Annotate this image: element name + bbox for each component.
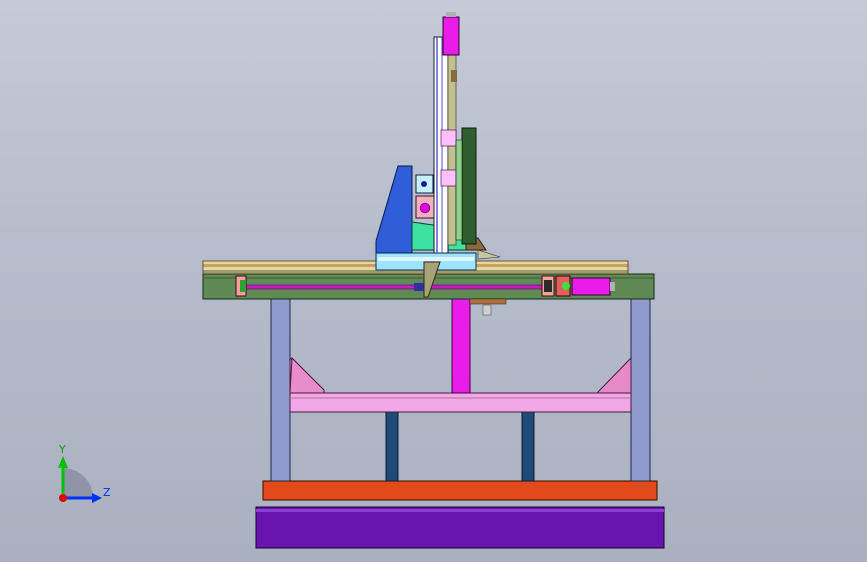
blue-bracket [375, 165, 413, 254]
foot [477, 249, 501, 260]
machine-model [202, 12, 665, 549]
post-left [385, 411, 399, 482]
center-column [451, 297, 471, 394]
base-slab [255, 506, 665, 549]
axis-y-label: Y [59, 443, 66, 456]
gusset-left-face [289, 356, 325, 394]
crossbeam [289, 392, 632, 413]
pink-part-hub [419, 202, 431, 214]
bottom-tab [469, 298, 507, 305]
post-right [521, 411, 535, 482]
side-rail [455, 127, 477, 245]
vertical-tower [433, 36, 457, 254]
sensor-dot [421, 181, 427, 187]
axis-z-label: Z [103, 486, 111, 499]
base-plate [262, 480, 658, 501]
leg-right [630, 298, 651, 482]
motor [555, 275, 615, 297]
gusset-right [595, 356, 632, 394]
cad-viewport[interactable]: Y Z [0, 0, 867, 562]
leg-left [270, 298, 291, 482]
bolt [482, 304, 492, 316]
